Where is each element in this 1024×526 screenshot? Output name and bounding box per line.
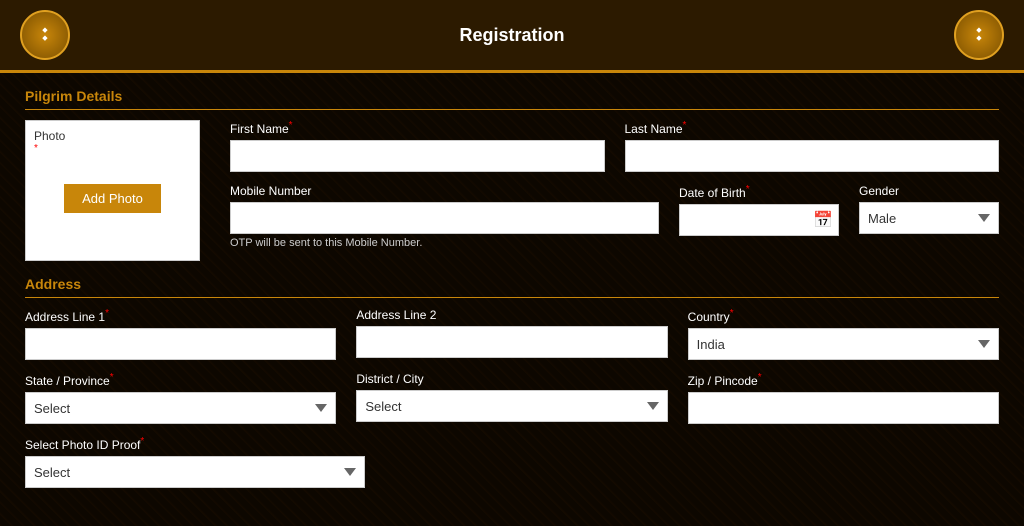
first-name-group: First Name* (230, 120, 605, 172)
address-line1-label: Address Line 1* (25, 308, 336, 324)
address-line2-input[interactable] (356, 326, 667, 358)
dob-required: * (746, 184, 750, 195)
photo-id-proof-group: Select Photo ID Proof* Select (25, 436, 365, 488)
photo-label: Photo (34, 129, 65, 143)
dob-group: Date of Birth* 📅 (679, 184, 839, 236)
last-name-group: Last Name* (625, 120, 1000, 172)
district-city-group: District / City Select (356, 372, 667, 422)
gender-label: Gender (859, 184, 999, 198)
country-label: Country* (688, 308, 999, 324)
state-required: * (110, 372, 114, 383)
mobile-hint-text: OTP will be sent to this Mobile Number. (230, 237, 659, 249)
photo-id-proof-label: Select Photo ID Proof* (25, 436, 365, 452)
last-name-label: Last Name* (625, 120, 1000, 136)
header: ◆◆ Registration ◆◆ (0, 0, 1024, 73)
country-group: Country* India Other (688, 308, 999, 360)
photo-upload-box: Photo * Add Photo (25, 120, 200, 261)
logo-left-icon: ◆◆ (20, 10, 70, 60)
country-select[interactable]: India Other (688, 328, 999, 360)
dob-label: Date of Birth* (679, 184, 839, 200)
addr1-required: * (105, 308, 109, 319)
first-name-input[interactable] (230, 140, 605, 172)
country-required: * (730, 308, 734, 319)
mobile-number-group: Mobile Number OTP will be sent to this M… (230, 184, 659, 249)
address-section-title: Address (25, 276, 999, 298)
page-title: Registration (459, 25, 564, 46)
state-province-label: State / Province* (25, 372, 336, 388)
district-city-label: District / City (356, 372, 667, 386)
dob-input[interactable] (679, 204, 839, 236)
logo-right-area: ◆◆ (954, 10, 1004, 60)
district-city-select[interactable]: Select (356, 390, 667, 422)
state-province-group: State / Province* Select (25, 372, 336, 424)
gender-group: Gender Male Female Other (859, 184, 999, 234)
mobile-number-label: Mobile Number (230, 184, 659, 198)
photo-id-proof-select[interactable]: Select (25, 456, 365, 488)
zip-pincode-label: Zip / Pincode* (688, 372, 999, 388)
gender-select[interactable]: Male Female Other (859, 202, 999, 234)
zip-pincode-input[interactable] (688, 392, 999, 424)
logo-right-icon: ◆◆ (954, 10, 1004, 60)
zip-required: * (758, 372, 762, 383)
state-province-select[interactable]: Select (25, 392, 336, 424)
last-name-required: * (683, 120, 687, 131)
pilgrim-details-section-title: Pilgrim Details (25, 88, 999, 110)
add-photo-button[interactable]: Add Photo (64, 184, 161, 213)
first-name-label: First Name* (230, 120, 605, 136)
photo-required-star: * (34, 143, 38, 154)
address-line2-group: Address Line 2 (356, 308, 667, 358)
address-line1-input[interactable] (25, 328, 336, 360)
logo-left-area: ◆◆ (20, 10, 70, 60)
photo-id-required: * (140, 436, 144, 447)
last-name-input[interactable] (625, 140, 1000, 172)
address-line2-label: Address Line 2 (356, 308, 667, 322)
zip-pincode-group: Zip / Pincode* (688, 372, 999, 424)
mobile-number-input[interactable] (230, 202, 659, 234)
address-line1-group: Address Line 1* (25, 308, 336, 360)
first-name-required: * (289, 120, 293, 131)
